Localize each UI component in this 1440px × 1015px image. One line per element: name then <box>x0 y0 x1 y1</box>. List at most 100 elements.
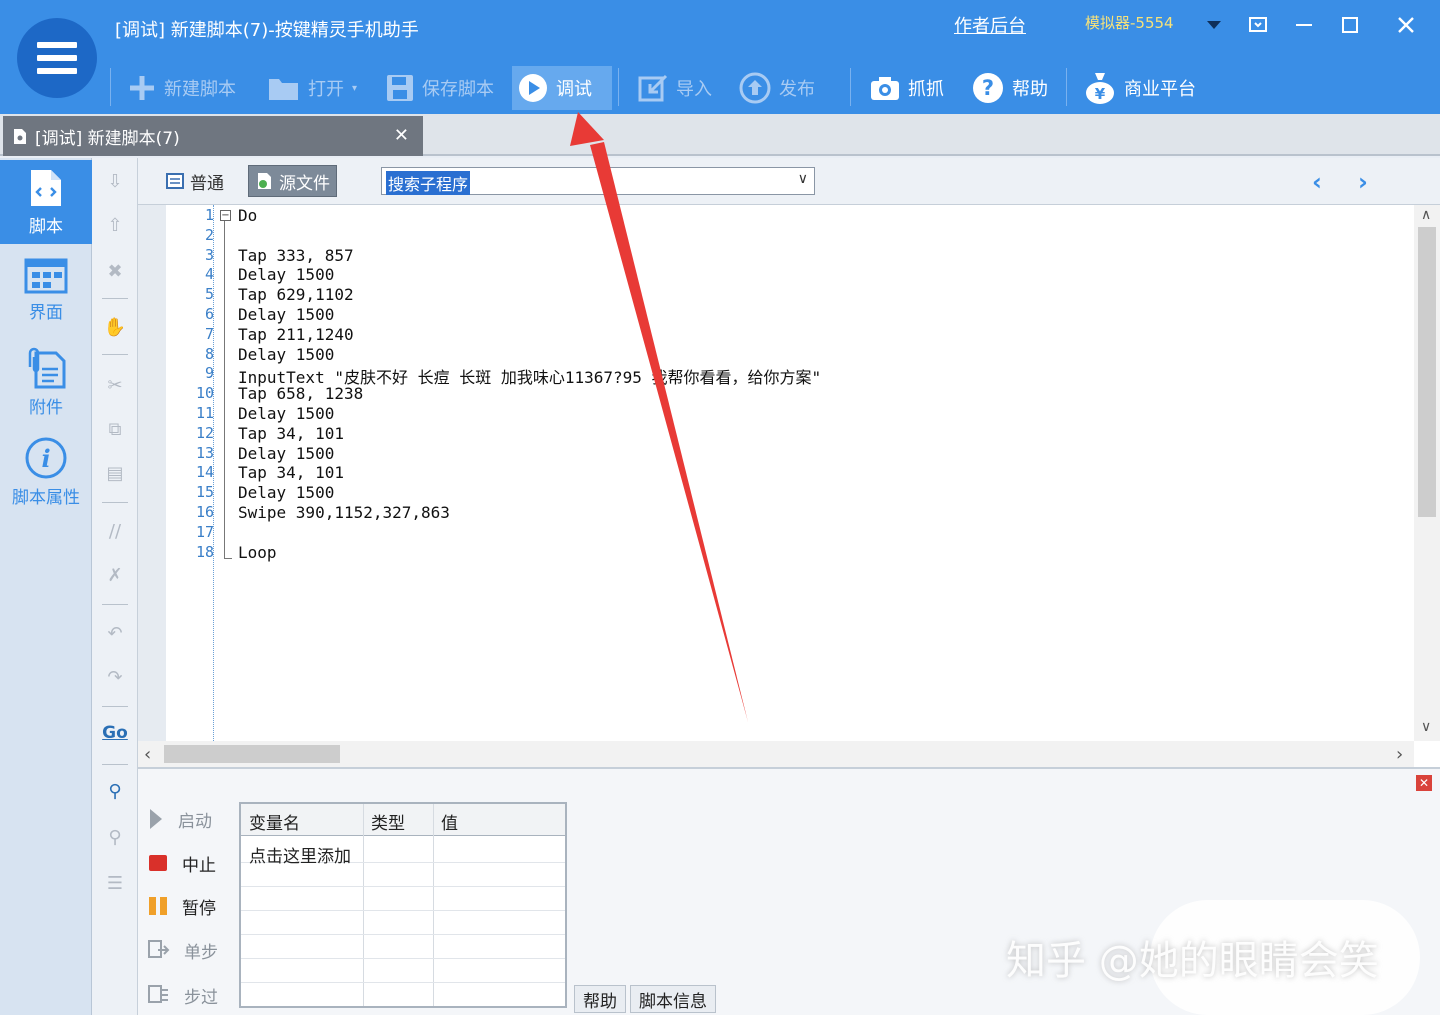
code-line[interactable]: Tap 34, 101 <box>238 424 344 443</box>
new-script-label: 新建脚本 <box>164 79 236 100</box>
move-down-icon[interactable]: ⇩ <box>100 166 130 196</box>
capture-label: 抓抓 <box>908 79 944 100</box>
paste-icon[interactable]: ▤ <box>100 458 130 488</box>
step-over-button[interactable]: 步过 <box>148 979 218 1011</box>
add-variable-row[interactable]: 点击这里添加 <box>249 842 351 867</box>
new-script-button[interactable]: 新建脚本 <box>122 66 242 110</box>
scroll-left-icon[interactable]: ‹ <box>144 744 151 765</box>
mode-normal-button[interactable]: 普通 <box>160 165 230 197</box>
toolbar-separator <box>1066 68 1067 106</box>
cut-icon[interactable]: ✂ <box>100 370 130 400</box>
code-line[interactable]: Tap 34, 101 <box>238 463 344 482</box>
tab-script-info[interactable]: 脚本信息 <box>630 985 716 1013</box>
svg-text:¥: ¥ <box>1095 85 1106 103</box>
comment-icon[interactable]: // <box>100 516 130 546</box>
replace-binoculars-icon[interactable]: ⚲ <box>100 822 130 852</box>
tab-help[interactable]: 帮助 <box>574 985 626 1013</box>
code-view[interactable]: 1 2 3 4 5 6 7 8 9 10 11 12 13 14 15 16 17 18 − Do Tap 333,… <box>166 205 1414 741</box>
document-tab[interactable]: [调试] 新建脚本(7) ✕ <box>3 116 423 156</box>
copy-icon[interactable]: ⧉ <box>100 414 130 444</box>
redo-icon[interactable]: ↷ <box>100 662 130 692</box>
emulator-label[interactable]: 模拟器-5554 <box>1085 12 1174 33</box>
code-line[interactable]: Tap 629,1102 <box>238 285 354 304</box>
sidebar-item-script[interactable]: 脚本 <box>0 160 92 244</box>
nav-forward-icon[interactable]: › <box>1358 168 1368 196</box>
goto-line-button[interactable]: Go <box>100 718 130 748</box>
vertical-scroll-thumb[interactable] <box>1418 227 1436 517</box>
pause-button[interactable]: 暂停 <box>148 890 216 922</box>
svg-text:i: i <box>41 444 50 473</box>
app-menu-logo-button[interactable] <box>17 18 97 98</box>
delete-icon[interactable]: ✖ <box>100 256 130 286</box>
code-line[interactable]: Delay 1500 <box>238 404 334 423</box>
code-line[interactable]: Swipe 390,1152,327,863 <box>238 503 450 522</box>
close-panel-icon[interactable]: ✕ <box>1416 775 1432 791</box>
business-platform-button[interactable]: ¥ 商业平台 <box>1078 66 1202 110</box>
hand-icon[interactable]: ✋ <box>100 312 130 342</box>
scroll-up-icon[interactable]: ∧ <box>1421 207 1431 223</box>
close-tab-icon[interactable]: ✕ <box>394 125 409 146</box>
nav-back-icon[interactable]: ‹ <box>1312 168 1322 196</box>
code-line[interactable]: Do <box>238 206 257 225</box>
undo-icon[interactable]: ↶ <box>100 618 130 648</box>
save-script-button[interactable]: 保存脚本 <box>380 66 500 110</box>
source-file-icon <box>258 173 271 189</box>
sidebar-item-label: 附件 <box>29 397 63 418</box>
sidebar-item-properties[interactable]: i 脚本属性 <box>0 430 92 514</box>
code-line[interactable]: Tap 658, 1238 <box>238 384 363 403</box>
toolbar-separator <box>618 68 619 106</box>
horizontal-scroll-thumb[interactable] <box>164 745 340 763</box>
capture-button[interactable]: 抓抓 <box>864 66 950 110</box>
help-button[interactable]: ? 帮助 <box>966 66 1054 110</box>
mode-normal-label: 普通 <box>190 173 224 194</box>
code-line[interactable]: Delay 1500 <box>238 444 334 463</box>
line-number: 12 <box>195 423 214 442</box>
fold-guide-end <box>224 558 232 559</box>
list-icon[interactable]: ☰ <box>100 868 130 898</box>
pause-icon <box>149 897 167 915</box>
code-line[interactable]: Loop <box>238 543 277 562</box>
chevron-down-icon[interactable]: ∨ <box>798 171 808 187</box>
sidebar-item-attachment[interactable]: 附件 <box>0 340 92 424</box>
subroutine-search-select[interactable]: 搜索子程序 ∨ <box>381 167 815 195</box>
move-up-icon[interactable]: ⇧ <box>100 210 130 240</box>
minimize-icon[interactable] <box>1286 8 1322 42</box>
play-circle-icon <box>519 74 547 102</box>
find-binoculars-icon[interactable]: ⚲ <box>100 776 130 806</box>
close-window-icon[interactable] <box>1388 8 1424 42</box>
fold-toggle-icon[interactable]: − <box>220 210 231 221</box>
horizontal-scrollbar[interactable]: ‹ › <box>138 741 1414 767</box>
code-line[interactable]: Delay 1500 <box>238 305 334 324</box>
author-backend-link[interactable]: 作者后台 <box>954 12 1026 38</box>
mode-source-button[interactable]: 源文件 <box>248 165 337 197</box>
step-button[interactable]: 单步 <box>148 934 218 966</box>
open-button[interactable]: 打开 ▾ <box>262 66 363 110</box>
restore-window-icon[interactable] <box>1240 8 1276 42</box>
scroll-down-icon[interactable]: ∨ <box>1421 719 1431 735</box>
code-line[interactable]: Delay 1500 <box>238 483 334 502</box>
debug-button[interactable]: 调试 <box>512 66 612 110</box>
maximize-icon[interactable] <box>1332 8 1368 42</box>
publish-icon <box>739 72 771 104</box>
variable-table[interactable]: 变量名 类型 值 点击这里添加 <box>239 802 567 1008</box>
tool-separator <box>102 604 128 605</box>
scroll-right-icon[interactable]: › <box>1396 744 1403 765</box>
publish-button[interactable]: 发布 <box>733 66 821 110</box>
watermark-text: 知乎 @她的眼睛会笑 <box>1006 938 1379 984</box>
sidebar-item-ui[interactable]: 界面 <box>0 248 92 332</box>
line-number: 10 <box>195 384 214 403</box>
uncomment-icon[interactable]: ✗ <box>100 560 130 590</box>
code-line[interactable]: Delay 1500 <box>238 265 334 284</box>
stop-button[interactable]: 中止 <box>148 847 216 879</box>
column-header-type: 类型 <box>371 814 405 834</box>
code-editor[interactable]: 1 2 3 4 5 6 7 8 9 10 11 12 13 14 15 16 17 18 − Do Tap 333,… <box>138 204 1440 767</box>
code-line[interactable]: Delay 1500 <box>238 345 334 364</box>
emulator-dropdown-icon[interactable] <box>1196 8 1232 42</box>
vertical-scrollbar[interactable]: ∧ ∨ <box>1414 205 1440 741</box>
start-button[interactable]: 启动 <box>148 803 212 835</box>
code-line[interactable]: Tap 333, 857 <box>238 246 354 265</box>
column-header-value: 值 <box>441 814 458 834</box>
sidebar-item-label: 脚本 <box>29 216 63 237</box>
import-button[interactable]: 导入 <box>632 66 718 110</box>
code-line[interactable]: Tap 211,1240 <box>238 325 354 344</box>
